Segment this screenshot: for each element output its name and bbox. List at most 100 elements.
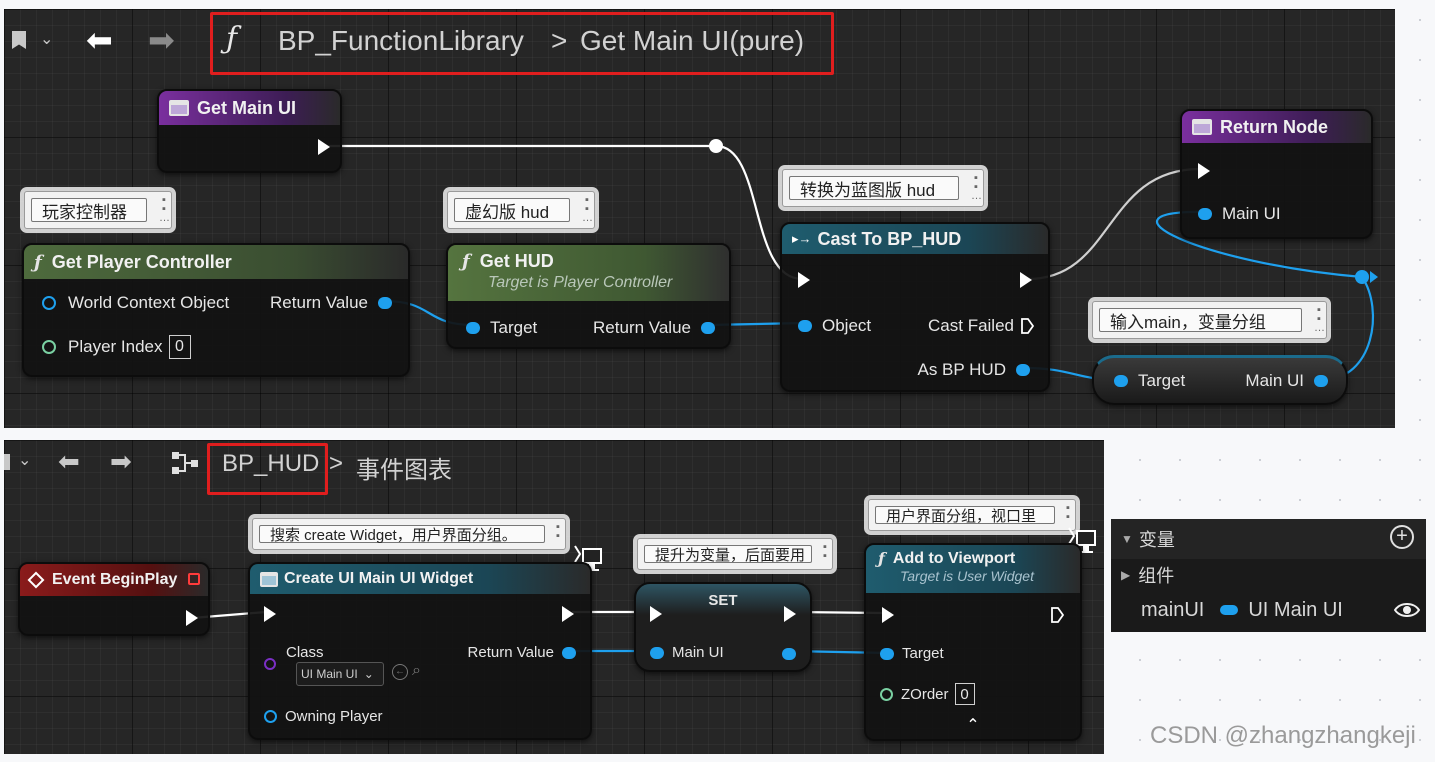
exec-in-pin[interactable] [798, 272, 810, 288]
exec-in-pin[interactable] [882, 607, 894, 623]
exec-in-pin[interactable] [650, 606, 662, 622]
comment-hud[interactable]: 虚幻版 hud ▪ ▪… [447, 191, 595, 229]
int-pin-icon [42, 340, 56, 354]
components-category[interactable]: ▶ 组件 [1111, 561, 1174, 589]
browse-arrow-icon[interactable]: ← [392, 664, 408, 680]
object-pin-icon [1314, 375, 1328, 387]
get-player-controller-header: ƒ Get Player Controller [24, 245, 408, 279]
set-main-ui-pin[interactable]: Main UI [650, 644, 724, 661]
player-index-input[interactable]: 0 [168, 335, 191, 359]
player-index-pin[interactable]: Player Index 0 [42, 335, 191, 359]
return-node-icon [1192, 119, 1212, 135]
comment-getter[interactable]: 输入main，变量分组 ▪ ▪… [1092, 301, 1327, 339]
object-pin-icon [880, 647, 894, 660]
pin-comment-icon[interactable]: ▪ ▪… [971, 173, 982, 202]
zorder-pin[interactable]: ZOrder 0 [880, 683, 975, 705]
get-player-controller-node[interactable]: ƒ Get Player Controller World Context Ob… [22, 243, 410, 377]
create-widget-node[interactable]: Create UI Main UI Widget Class UI Main U… [248, 562, 592, 740]
pin-comment-icon[interactable]: ▪ ▪… [582, 195, 593, 224]
pin-comment-icon[interactable]: ▪ ▪… [159, 195, 170, 224]
class-pin-icon [264, 658, 276, 670]
comment-text: 提升为变量，后面要用 [644, 545, 812, 564]
object-pin-icon [1114, 375, 1128, 387]
class-select[interactable]: UI Main UI ⌄ [296, 662, 384, 686]
comment-viewport[interactable]: 用户界面分组，视口里 ▪ ▪ [868, 499, 1076, 531]
zorder-label: ZOrder [901, 685, 949, 703]
player-index-label: Player Index [68, 337, 163, 356]
cast-object-pin[interactable]: Object [798, 316, 871, 336]
object-pin-icon [264, 710, 277, 723]
function-icon: ƒ [878, 549, 885, 568]
event-begin-play-node[interactable]: Event BeginPlay [18, 562, 210, 636]
comment-set[interactable]: 提升为变量，后面要用 ▪ ▪ [637, 538, 833, 570]
getter-target-pin[interactable]: Target [1114, 371, 1185, 391]
exec-in-pin[interactable] [1198, 163, 1210, 179]
exec-in-pin[interactable] [264, 606, 276, 622]
highlight-blueprint-breadcrumb [207, 443, 328, 495]
get-hud-node[interactable]: ƒ Get HUD Target is Player Controller Ta… [446, 243, 731, 349]
as-bp-hud-label: As BP HUD [917, 360, 1007, 379]
variable-row-mainui[interactable]: mainUI UI Main UI [1111, 593, 1426, 627]
object-pin-icon [798, 320, 812, 332]
add-to-viewport-node[interactable]: ƒ Add to Viewport Target is User Widget … [864, 543, 1082, 741]
return-main-ui-pin[interactable]: Main UI [1198, 204, 1281, 224]
eye-icon[interactable] [1394, 601, 1420, 619]
collapse-chevron-icon[interactable]: ⌃ [866, 715, 1080, 735]
pc-return-value-pin[interactable]: Return Value [270, 293, 392, 313]
class-select-value: UI Main UI [301, 667, 358, 681]
pin-comment-icon[interactable]: ▪ ▪… [1314, 305, 1325, 334]
set-output-pin[interactable] [782, 648, 796, 660]
return-node-title: Return Node [1220, 116, 1328, 137]
object-pin-icon [466, 322, 480, 334]
set-variable-node[interactable]: SET Main UI [634, 582, 812, 672]
widget-icon [260, 571, 278, 587]
class-pin[interactable]: Class [286, 644, 324, 661]
comment-cast[interactable]: 转换为蓝图版 hud ▪ ▪… [782, 169, 984, 207]
function-icon: ƒ [462, 251, 470, 272]
comment-create-widget[interactable]: 搜索 create Widget，用户界面分组。 ▪ ▪ [252, 518, 566, 550]
exec-wire-cast-return [1027, 167, 1201, 281]
add-variable-icon[interactable]: + [1390, 525, 1414, 549]
hud-target-pin[interactable]: Target [466, 318, 537, 338]
pin-comment-icon[interactable]: ▪ ▪ [1063, 503, 1073, 524]
get-hud-subtitle: Target is Player Controller [488, 274, 673, 291]
target-label: Target [1138, 371, 1186, 390]
object-pin-icon [562, 646, 576, 659]
pin-comment-icon[interactable]: ▪ ▪ [553, 522, 563, 543]
cast-to-bp-hud-node[interactable]: ▸→ Cast To BP_HUD Object Cast Failed As … [780, 222, 1050, 392]
function-icon: ƒ [34, 251, 42, 273]
return-node[interactable]: Return Node Main UI [1180, 109, 1373, 239]
cast-title: Cast To BP_HUD [817, 228, 962, 249]
zorder-input[interactable]: 0 [954, 683, 975, 705]
get-hud-header: ƒ Get HUD Target is Player Controller [448, 245, 729, 301]
search-icon[interactable]: ⌕ [412, 662, 421, 680]
main-ui-getter-node[interactable]: Target Main UI [1092, 355, 1348, 405]
exec-out-pin[interactable] [784, 606, 796, 622]
cast-failed-label: Cast Failed [928, 316, 1014, 335]
get-main-ui-node[interactable]: Get Main UI [157, 89, 342, 173]
variables-header[interactable]: ▼ 变量 + [1111, 519, 1426, 559]
chevron-down-icon: ▼ [1121, 532, 1133, 546]
comment-text: 搜索 create Widget，用户界面分组。 [259, 525, 545, 544]
as-bp-hud-pin[interactable]: As BP HUD [917, 360, 1030, 380]
viewport-target-pin[interactable]: Target [880, 645, 944, 662]
exec-out-pin[interactable] [186, 610, 198, 626]
world-context-pin[interactable]: World Context Object [42, 293, 229, 313]
pin-comment-icon[interactable]: ▪ ▪ [820, 542, 830, 563]
event-delegate-pin[interactable] [188, 573, 200, 585]
comment-player-controller[interactable]: 玩家控制器 ▪ ▪… [24, 191, 172, 229]
exec-out-pin[interactable] [318, 139, 330, 155]
variable-name: mainUI [1141, 598, 1205, 621]
create-return-value-pin[interactable]: Return Value [468, 644, 576, 661]
exec-out-pin[interactable] [1020, 272, 1032, 288]
add-to-viewport-header: ƒ Add to Viewport Target is User Widget [866, 545, 1080, 593]
cast-failed-pin[interactable]: Cast Failed [928, 316, 1034, 336]
variable-type: UI Main UI [1248, 598, 1343, 621]
hud-return-value-pin[interactable]: Return Value [593, 318, 715, 338]
highlight-function-breadcrumb [210, 12, 834, 75]
variables-header-label: 变量 [1138, 530, 1175, 550]
getter-main-ui-pin[interactable]: Main UI [1245, 371, 1328, 391]
exec-out-outline-icon[interactable] [1050, 607, 1064, 623]
owning-player-pin[interactable]: Owning Player [264, 708, 383, 725]
exec-out-pin[interactable] [562, 606, 574, 622]
